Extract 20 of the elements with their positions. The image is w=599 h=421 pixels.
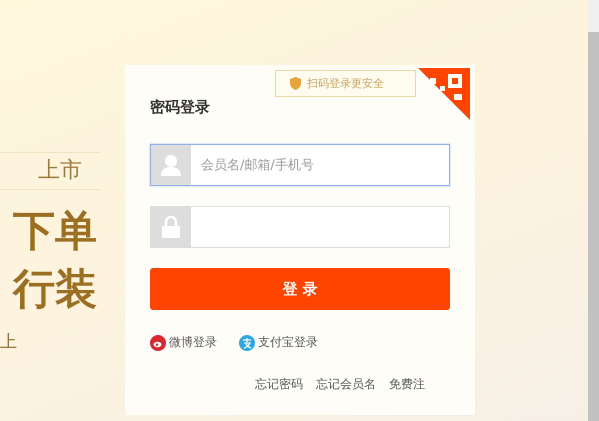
banner-headline: 下单 — [13, 205, 97, 257]
password-field[interactable] — [150, 206, 450, 248]
social-login-link[interactable]: 支付宝登录 — [239, 334, 318, 351]
social-login-label: 支付宝登录 — [258, 334, 318, 351]
footer-link[interactable]: 忘记密码 — [255, 376, 303, 393]
qr-tip-text: 扫码登录更安全 — [307, 76, 384, 91]
banner-tag: 上市 — [0, 152, 100, 190]
footer-link[interactable]: 忘记会员名 — [316, 376, 376, 393]
banner-note: 上 — [0, 331, 17, 353]
social-login-link[interactable]: 微博登录 — [150, 334, 217, 351]
footer-link[interactable]: 免费注 — [389, 376, 425, 393]
social-login-label: 微博登录 — [169, 334, 217, 351]
scrollbar-thumb[interactable] — [588, 32, 599, 421]
user-icon — [161, 154, 181, 176]
banner-headline: 行装 — [13, 263, 97, 315]
username-field[interactable]: 会员名/邮箱/手机号 — [150, 144, 450, 186]
lock-icon — [162, 216, 180, 238]
login-title: 密码登录 — [150, 98, 211, 117]
qr-code-icon[interactable] — [418, 68, 470, 120]
shield-icon — [290, 77, 301, 90]
